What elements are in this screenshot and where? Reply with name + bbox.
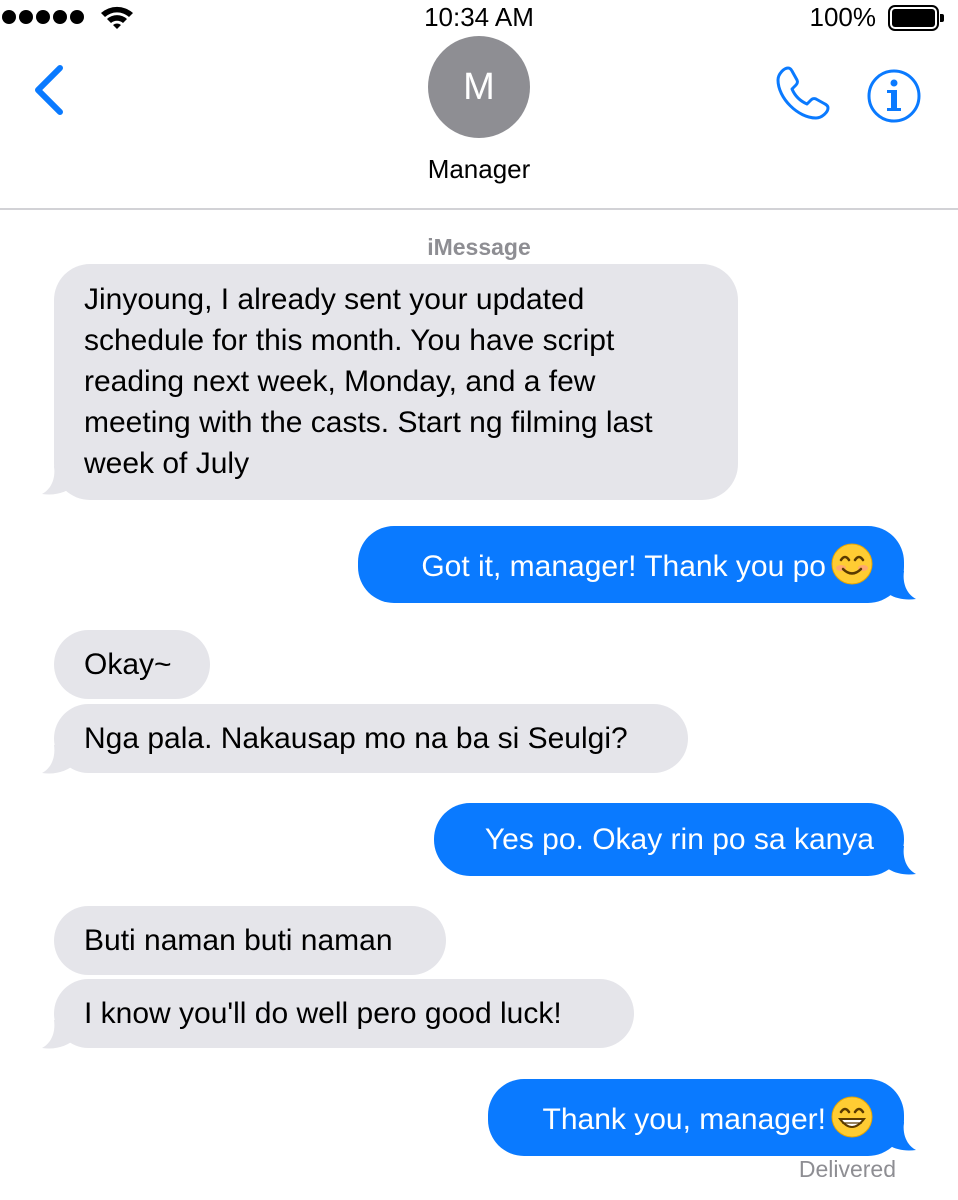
outgoing-message-bubble[interactable]: Got it, manager! Thank you po xyxy=(358,526,904,603)
battery-icon xyxy=(888,5,944,31)
outgoing-message-bubble[interactable]: Thank you, manager! xyxy=(488,1079,904,1156)
incoming-message-bubble[interactable]: Jinyoung, I already sent your updated sc… xyxy=(54,264,738,500)
delivery-status: Delivered xyxy=(798,1156,896,1182)
phone-icon[interactable] xyxy=(774,64,832,122)
message-text: Got it, manager! Thank you po xyxy=(421,550,826,583)
status-bar: 10:34 AM 100% xyxy=(0,0,958,36)
message-text: Yes po. Okay rin po sa kanya xyxy=(484,823,874,856)
incoming-message-bubble[interactable]: Okay~ xyxy=(54,630,210,699)
outgoing-message-bubble[interactable]: Yes po. Okay rin po sa kanya xyxy=(434,803,904,876)
message-text: Okay~ xyxy=(84,648,172,681)
header-divider xyxy=(0,208,958,210)
message-line: meeting with the casts. Start ng filming… xyxy=(84,406,653,439)
service-label: iMessage xyxy=(427,234,531,260)
messages-screen: 10:34 AM 100% M Manager iMessage Jinyoun… xyxy=(0,0,958,1200)
info-icon[interactable] xyxy=(866,68,922,124)
avatar-initial: M xyxy=(463,65,495,108)
message-line: schedule for this month. You have script xyxy=(84,324,615,357)
message-line: Jinyoung, I already sent your updated xyxy=(84,283,585,316)
incoming-message-bubble[interactable]: Buti naman buti naman xyxy=(54,906,446,975)
message-text: Nga pala. Nakausap mo na ba si Seulgi? xyxy=(84,722,628,755)
message-line: week of July xyxy=(84,447,250,480)
back-button[interactable] xyxy=(30,64,70,116)
battery-percentage: 100% xyxy=(809,2,877,32)
message-line: reading next week, Monday, and a few xyxy=(84,365,596,398)
grinning-face-emoji xyxy=(831,1096,873,1138)
incoming-message-bubble[interactable]: I know you'll do well pero good luck! xyxy=(54,979,634,1048)
message-text: Buti naman buti naman xyxy=(84,924,393,957)
contact-avatar[interactable]: M xyxy=(428,36,530,138)
contact-name[interactable]: Manager xyxy=(0,154,958,185)
message-text: Thank you, manager! xyxy=(542,1103,827,1136)
smiling-face-emoji xyxy=(831,543,873,585)
incoming-message-bubble[interactable]: Nga pala. Nakausap mo na ba si Seulgi? xyxy=(54,704,688,773)
message-text: I know you'll do well pero good luck! xyxy=(84,997,562,1030)
